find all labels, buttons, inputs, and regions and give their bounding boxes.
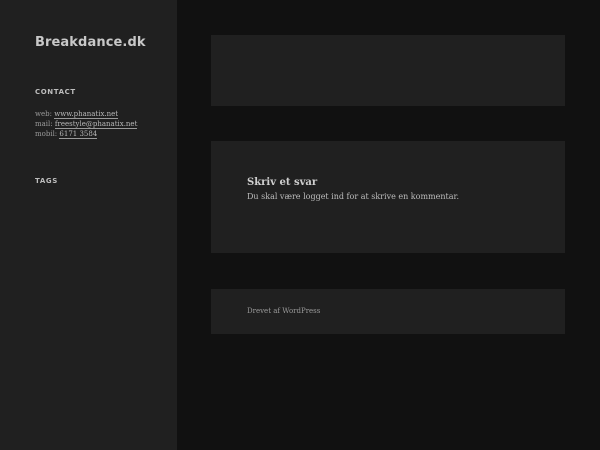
tags-widget-title: TAGS <box>35 177 58 185</box>
contact-web-link[interactable]: www.phanatix.net <box>54 110 119 119</box>
login-required-note: Du skal være logget ind for at skrive en… <box>247 192 459 201</box>
contact-web-label: web: <box>35 110 52 118</box>
sidebar: Breakdance.dk CONTACT web: www.phanatix.… <box>0 0 177 450</box>
contact-mobil-link[interactable]: 6171 3584 <box>59 130 98 139</box>
site-footer: Drevet af WordPress <box>211 289 565 334</box>
contact-mail-label: mail: <box>35 120 53 128</box>
comment-respond-panel: Skriv et svar Du skal være logget ind fo… <box>211 141 565 253</box>
contact-mail-row: mail: freestyle@phanatix.net <box>35 119 138 129</box>
wordpress-credit-link[interactable]: Drevet af WordPress <box>247 307 320 315</box>
contact-mail-link[interactable]: freestyle@phanatix.net <box>54 120 138 129</box>
contact-mobil-label: mobil: <box>35 130 58 138</box>
post-panel <box>211 35 565 106</box>
reply-title: Skriv et svar <box>247 177 318 188</box>
contact-mobil-row: mobil: 6171 3584 <box>35 129 137 139</box>
contact-widget: web: www.phanatix.net mail: freestyle@ph… <box>35 109 138 139</box>
contact-web-row: web: www.phanatix.net <box>35 109 137 119</box>
contact-widget-title: CONTACT <box>35 88 76 96</box>
site-title-link[interactable]: Breakdance.dk <box>35 35 146 50</box>
